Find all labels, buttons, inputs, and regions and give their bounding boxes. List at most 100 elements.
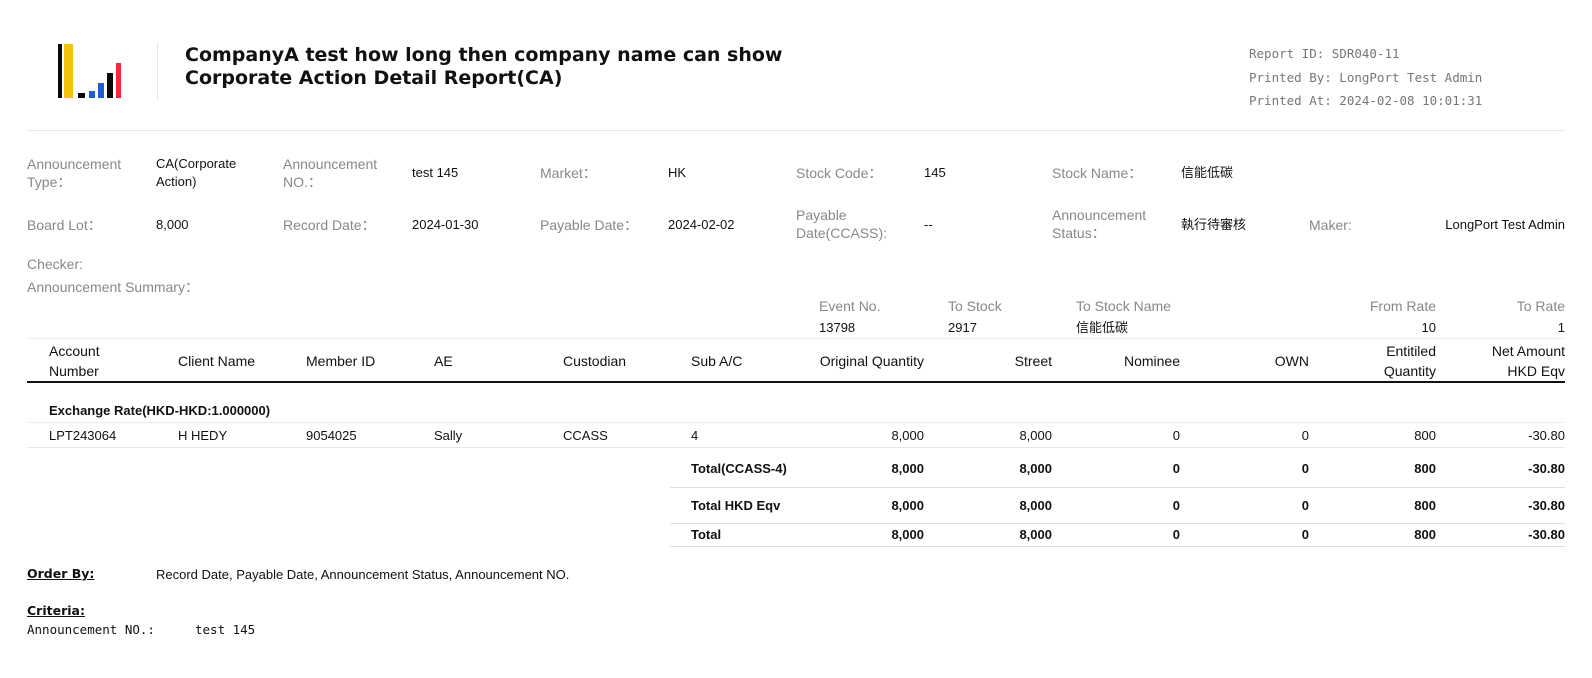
order-by-value: Record Date, Payable Date, Announcement …: [156, 567, 570, 582]
from-rate-header: From Rate: [1369, 298, 1436, 314]
total-ccass-nominee: 0: [1172, 461, 1180, 476]
cell-own: 0: [1301, 428, 1309, 443]
grand-total-label: Total: [691, 527, 722, 542]
cell-original-quantity: 8,000: [891, 428, 924, 443]
from-rate-value: 10: [1421, 320, 1436, 335]
board-lot-label: Board Lot：: [27, 217, 102, 233]
criteria-value: test 145: [195, 622, 256, 637]
maker-value: LongPort Test Admin: [1445, 217, 1565, 232]
record-date-value: 2024-01-30: [412, 217, 479, 232]
total-ccass-net-amount: -30.80: [1528, 461, 1565, 476]
stock-code-label: Stock Code：: [796, 165, 883, 181]
total-ccass-entitled-quantity: 800: [1414, 461, 1436, 476]
market-value: HK: [668, 165, 687, 180]
col-client-name: Client Name: [178, 353, 256, 369]
printed-at: Printed At: 2024-02-08 10:01:31: [1249, 93, 1483, 108]
order-by-label: Order By:: [27, 566, 95, 581]
cell-custodian: CCASS: [563, 428, 608, 443]
logo-bar-black-2: [107, 73, 113, 98]
col-own: OWN: [1274, 353, 1309, 369]
group-rule: [27, 422, 1565, 423]
payable-date-value: 2024-02-02: [668, 217, 735, 232]
col-sub-ac: Sub A/C: [691, 353, 743, 369]
market-label: Market：: [540, 165, 597, 181]
to-stock-name-value: 信能低碳: [1076, 320, 1129, 335]
event-no-header: Event No.: [819, 298, 881, 314]
report-title: Corporate Action Detail Report(CA): [185, 67, 563, 89]
grand-total-entitled-quantity: 800: [1414, 527, 1436, 542]
col-original-quantity: Original Quantity: [819, 353, 924, 369]
total-rule-3: [670, 546, 1565, 547]
logo-bar-red: [116, 63, 121, 98]
payable-date-ccass-value: --: [924, 217, 933, 232]
cell-net-amount: -30.80: [1528, 428, 1565, 443]
to-stock-header: To Stock: [948, 298, 1002, 314]
total-rule-2: [670, 523, 1565, 524]
cell-client-name: H HEDY: [178, 428, 228, 443]
total-ccass-street: 8,000: [1019, 461, 1052, 476]
announcement-status-value: 執行待審核: [1181, 217, 1247, 232]
announcement-no-label: Announcement NO.：: [283, 156, 378, 190]
criteria-label: Criteria:: [27, 603, 85, 618]
announcement-no-value: test 145: [412, 165, 459, 180]
grand-total-own: 0: [1301, 527, 1309, 542]
cell-ae: Sally: [434, 428, 463, 443]
row-rule: [27, 447, 1565, 448]
board-lot-value: 8,000: [156, 217, 189, 232]
col-custodian: Custodian: [563, 353, 627, 369]
criteria-key: Announcement NO.:: [27, 622, 155, 637]
total-rule-1: [670, 487, 1565, 488]
to-stock-value: 2917: [948, 320, 977, 335]
logo-bar-black: [58, 44, 62, 98]
to-rate-header: To Rate: [1516, 298, 1565, 314]
total-hkd-eqv-label: Total HKD Eqv: [691, 498, 781, 513]
report-id: Report ID: SDR040-11: [1249, 46, 1400, 61]
cell-nominee: 0: [1172, 428, 1180, 443]
header-rule: [27, 130, 1565, 131]
grand-total-original-quantity: 8,000: [891, 527, 924, 542]
announcement-type-value: CA(Corporate Action): [156, 156, 237, 189]
payable-date-ccass-label: Payable Date(CCASS):: [796, 207, 888, 241]
exchange-rate-group-label: Exchange Rate(HKD-HKD:1.000000): [49, 403, 271, 418]
to-stock-name-header: To Stock Name: [1076, 298, 1171, 314]
announcement-type-label: Announcement Type：: [27, 156, 122, 190]
bar-chart-logo-icon: [58, 44, 124, 98]
grand-total-net-amount: -30.80: [1528, 527, 1565, 542]
col-ae: AE: [434, 353, 453, 369]
logo-bar-blue-2: [98, 83, 104, 98]
maker-label: Maker:: [1309, 217, 1352, 233]
total-hkd-eqv-entitled-quantity: 800: [1414, 498, 1436, 513]
total-ccass-label: Total(CCASS-4): [691, 461, 787, 476]
total-hkd-eqv-nominee: 0: [1172, 498, 1180, 513]
cell-member-id: 9054025: [306, 428, 357, 443]
col-account-number: Account Number: [49, 343, 100, 379]
col-member-id: Member ID: [306, 353, 376, 369]
total-ccass-own: 0: [1301, 461, 1309, 476]
stock-code-value: 145: [924, 165, 946, 180]
event-no-value: 13798: [819, 320, 856, 335]
logo-bar-small-black: [78, 93, 85, 98]
company-name: CompanyA test how long then company name…: [185, 44, 783, 66]
payable-date-label: Payable Date：: [540, 217, 639, 233]
grand-total-street: 8,000: [1019, 527, 1052, 542]
event-table-rule: [27, 338, 1565, 339]
announcement-summary-label: Announcement Summary：: [27, 279, 199, 295]
col-nominee: Nominee: [1123, 353, 1180, 369]
col-net-amount: Net Amount HKD Eqv: [1491, 343, 1565, 379]
grand-total-nominee: 0: [1172, 527, 1180, 542]
cell-account-number: LPT243064: [49, 428, 117, 443]
col-entitled-quantity: Entitiled Quantity: [1383, 343, 1436, 379]
header-divider: [157, 42, 158, 100]
record-date-label: Record Date：: [283, 217, 376, 233]
cell-entitled-quantity: 800: [1414, 428, 1436, 443]
total-hkd-eqv-own: 0: [1301, 498, 1309, 513]
announcement-status-label: Announcement Status：: [1052, 207, 1147, 241]
stock-name-label: Stock Name：: [1052, 165, 1143, 181]
stock-name-value: 信能低碳: [1181, 165, 1234, 180]
cell-sub-ac: 4: [691, 428, 699, 443]
col-street: Street: [1014, 353, 1052, 369]
total-ccass-original-quantity: 8,000: [891, 461, 924, 476]
printed-by: Printed By: LongPort Test Admin: [1249, 70, 1483, 85]
table-header-rule: [27, 381, 1565, 383]
logo-bar-blue-1: [89, 91, 95, 98]
